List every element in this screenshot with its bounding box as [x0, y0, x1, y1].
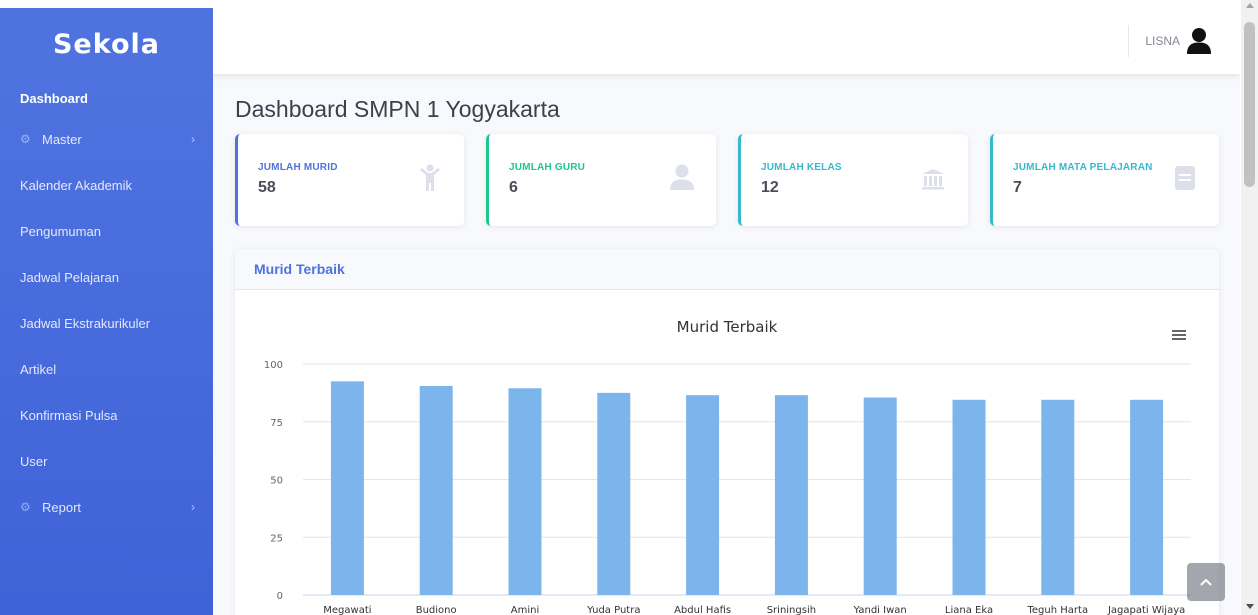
chart-card: Murid Terbaik Murid Terbaik 0 25 50 75 100 Me…	[235, 249, 1219, 615]
chart-card-title: Murid Terbaik	[254, 261, 345, 277]
x-tick-label: Amini	[511, 605, 539, 615]
gear-icon: ⚙	[20, 132, 31, 146]
sidebar: Sekola Dashboard ⚙ Master › Kalender Aka…	[0, 8, 213, 615]
y-tick-label: 100	[264, 360, 283, 371]
scroll-up-arrow-icon[interactable]	[1246, 3, 1254, 8]
sidebar-item-report[interactable]: ⚙ Report ›	[0, 484, 213, 530]
x-tick-label: Sriningsih	[767, 605, 816, 615]
x-tick-label: Abdul Hafis	[674, 605, 731, 615]
chart-bar[interactable]	[952, 399, 986, 595]
sidebar-item-label: Pengumuman	[20, 223, 101, 239]
chart-bar[interactable]	[1130, 399, 1164, 595]
topbar: LISNA	[213, 8, 1240, 74]
sidebar-item-jadwal-ekstrakurikuler[interactable]: Jadwal Ekstrakurikuler	[0, 300, 213, 346]
chart-bar[interactable]	[774, 395, 808, 595]
chart-bar[interactable]	[597, 392, 631, 595]
y-tick-label: 0	[277, 591, 283, 602]
chart-menu-icon[interactable]	[1172, 330, 1186, 340]
chart-bar[interactable]	[686, 395, 720, 595]
sidebar-item-konfirmasi-pulsa[interactable]: Konfirmasi Pulsa	[0, 392, 213, 438]
user-name[interactable]: LISNA	[1145, 34, 1180, 48]
chart-bar[interactable]	[863, 397, 897, 595]
page-scrollbar[interactable]	[1241, 0, 1258, 615]
sidebar-item-label: Jadwal Ekstrakurikuler	[20, 315, 151, 331]
stat-card-kelas: JUMLAH KELAS 12	[738, 134, 968, 226]
x-tick-label: Teguh Harta	[1027, 605, 1089, 615]
sidebar-item-jadwal-pelajaran[interactable]: Jadwal Pelajaran	[0, 254, 213, 300]
brand-logo[interactable]: Sekola	[0, 8, 213, 80]
chart-bar[interactable]	[419, 385, 453, 595]
user-icon	[670, 164, 694, 190]
chart-card-header: Murid Terbaik	[235, 249, 1219, 290]
stat-card-mata-pelajaran: JUMLAH MATA PELAJARAN 7	[990, 134, 1219, 226]
sidebar-item-label: Dashboard	[20, 90, 88, 106]
chart-bar[interactable]	[1041, 399, 1075, 595]
y-tick-label: 25	[270, 533, 283, 544]
sidebar-item-label: Artikel	[20, 361, 57, 377]
brand-name[interactable]: Sekola	[53, 29, 160, 60]
main-content: LISNA Dashboard SMPN 1 Yogyakarta JUMLAH…	[213, 8, 1240, 615]
gear-icon: ⚙	[20, 500, 31, 514]
y-tick-label: 75	[270, 418, 283, 429]
sidebar-item-label: User	[20, 453, 48, 469]
chevron-right-icon: ›	[191, 132, 195, 146]
sidebar-item-label: Master	[42, 131, 82, 147]
page-title: Dashboard SMPN 1 Yogyakarta	[235, 96, 560, 122]
sidebar-item-label: Report	[42, 499, 82, 515]
x-tick-label: Yandi Iwan	[853, 605, 907, 615]
sidebar-item-pengumuman[interactable]: Pengumuman	[0, 208, 213, 254]
sidebar-item-kalender-akademik[interactable]: Kalender Akademik	[0, 162, 213, 208]
sidebar-item-label: Konfirmasi Pulsa	[20, 407, 118, 423]
chart-title: Murid Terbaik	[677, 318, 778, 336]
sidebar-item-label: Kalender Akademik	[20, 177, 133, 193]
x-tick-label: Megawati	[323, 605, 371, 615]
user-avatar-icon[interactable]	[1186, 27, 1212, 55]
book-icon	[1175, 166, 1195, 190]
chart-bar[interactable]	[330, 381, 364, 595]
stat-card-guru: JUMLAH GURU 6	[486, 134, 716, 226]
sidebar-item-user[interactable]: User	[0, 438, 213, 484]
scroll-down-arrow-icon[interactable]	[1246, 604, 1254, 609]
child-icon	[420, 164, 440, 191]
x-tick-label: Yuda Putra	[586, 605, 640, 615]
bar-chart: Murid Terbaik 0 25 50 75 100 Megawati Budiono A…	[264, 318, 1191, 615]
y-tick-label: 50	[270, 476, 283, 487]
chevron-up-icon	[1200, 578, 1212, 586]
scrollbar-thumb[interactable]	[1244, 22, 1255, 187]
scroll-to-top-button[interactable]	[1187, 563, 1225, 601]
university-icon	[922, 169, 944, 190]
chart-bar[interactable]	[508, 388, 542, 595]
sidebar-item-dashboard[interactable]: Dashboard	[0, 80, 213, 116]
chevron-right-icon: ›	[191, 500, 195, 514]
sidebar-item-master[interactable]: ⚙ Master ›	[0, 116, 213, 162]
sidebar-item-artikel[interactable]: Artikel	[0, 346, 213, 392]
sidebar-item-label: Jadwal Pelajaran	[20, 269, 120, 285]
topbar-divider	[1128, 25, 1130, 57]
stat-card-murid: JUMLAH MURID 58	[235, 134, 464, 226]
x-tick-label: Liana Eka	[945, 605, 993, 615]
x-tick-label: Budiono	[416, 605, 457, 615]
x-tick-label: Jagapati Wijaya	[1107, 605, 1185, 615]
